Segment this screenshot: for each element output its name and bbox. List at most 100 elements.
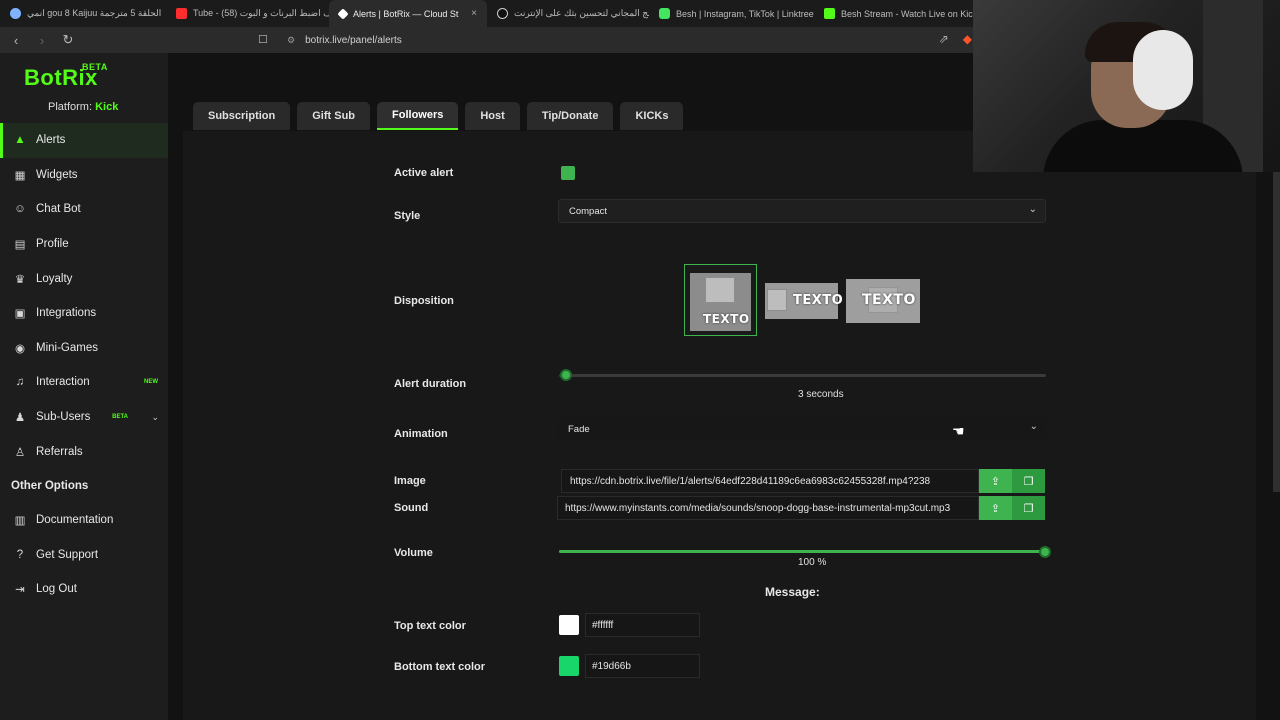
image-placeholder-icon [767, 289, 787, 311]
brave-shield-icon[interactable]: ◆ [963, 32, 972, 46]
sidebar-item-get-support[interactable]: ? Get Support [0, 538, 168, 573]
sidebar-item-loyalty[interactable]: ♛ Loyalty [0, 261, 168, 296]
sound-upload-button[interactable]: ⇪ [979, 496, 1012, 520]
logo-beta-badge: BETA [82, 62, 108, 72]
page-scrollbar[interactable] [1273, 172, 1280, 492]
disposition-label: Disposition [394, 295, 454, 307]
sidebar-menu: ▲ Alerts ▦ Widgets ☺ Chat Bot ▤ Profile … [0, 123, 168, 607]
active-alert-checkbox[interactable] [561, 166, 575, 180]
sidebar-item-sub-users[interactable]: ♟ Sub-Users BETA ⌄ [0, 400, 168, 435]
image-gallery-button[interactable]: ❐ [1012, 469, 1045, 493]
sidebar-item-label: Widgets [36, 168, 78, 181]
sidebar-item-label: Sub-Users [36, 411, 91, 424]
platform-indicator: Platform: Kick [48, 101, 118, 113]
sidebar-item-label: Get Support [36, 548, 99, 561]
browser-tab-active[interactable]: Alerts | BotRix — Cloud Streamin × [329, 0, 487, 27]
image-url-input[interactable]: https://cdn.botrix.live/file/1/alerts/64… [561, 469, 979, 493]
upload-icon: ⇪ [990, 475, 1001, 488]
tab-tip-donate[interactable]: Tip/Donate [526, 102, 614, 130]
forward-icon[interactable]: › [32, 33, 52, 48]
bottom-text-color-input[interactable]: #19d66b [585, 654, 700, 678]
style-select[interactable]: Compact ⌄ [558, 199, 1046, 223]
close-tab-icon[interactable]: × [471, 8, 477, 19]
image-placeholder-icon [705, 277, 735, 303]
browser-tab[interactable]: البرنامج المجاني لتحسين بثك على الإنترنت [487, 0, 649, 27]
robot-icon: ☺ [14, 203, 26, 216]
bottom-text-color-swatch[interactable] [559, 656, 579, 676]
sidebar-item-label: Documentation [36, 514, 114, 527]
botrix-favicon-icon [337, 7, 349, 20]
sidebar-item-log-out[interactable]: ⇥ Log Out [0, 572, 168, 607]
bottom-text-color-label: Bottom text color [394, 661, 486, 673]
browser-tab[interactable]: Tube - كيف اضبط البرنات و البوت (58) [166, 0, 329, 27]
disposition-option-side[interactable]: TEXTO [765, 279, 843, 322]
sidebar-item-label: Referrals [36, 445, 83, 458]
tab-host[interactable]: Host [465, 102, 520, 130]
alert-duration-track[interactable] [559, 374, 1046, 377]
browser-tab[interactable]: Besh | Instagram, TikTok | Linktree [649, 0, 814, 27]
volume-label: Volume [394, 547, 433, 559]
chevron-down-icon: ⌄ [1028, 204, 1037, 215]
url-text: botrix.live/panel/alerts [305, 34, 402, 46]
site-info-icon: ⚙ [287, 34, 296, 45]
grid-icon: ▦ [14, 169, 26, 182]
sidebar-item-documentation[interactable]: ▥ Documentation [0, 503, 168, 538]
address-bar: ‹ › ↻ ☐ ⚙ botrix.live/panel/alerts ⇗ ◆ [0, 27, 980, 53]
tab-title: Besh | Instagram, TikTok | Linktree [676, 8, 814, 19]
top-text-color-input[interactable]: #ffffff [585, 613, 700, 637]
disposition-option-overlay[interactable]: TEXTO [846, 279, 920, 323]
tab-title: انمي gou 8 Kaijuu الحلقة 5 مترجمة [27, 8, 162, 18]
chevron-down-icon[interactable]: ⌄ [151, 412, 159, 423]
animation-select[interactable]: Fade ⌄ [558, 417, 1046, 441]
webcam-person-body [1043, 120, 1243, 172]
style-label: Style [394, 210, 421, 222]
sidebar-item-label: Chat Bot [36, 203, 81, 216]
sidebar-item-referrals[interactable]: ♙ Referrals [0, 434, 168, 469]
sidebar-item-label: Log Out [36, 583, 77, 596]
kick-icon [824, 8, 835, 19]
style-select-value: Compact [569, 205, 608, 217]
browser-tab[interactable]: انمي gou 8 Kaijuu الحلقة 5 مترجمة [0, 0, 166, 27]
bookmark-icon[interactable]: ☐ [258, 33, 268, 46]
top-text-color-swatch[interactable] [559, 615, 579, 635]
sidebar-item-alerts[interactable]: ▲ Alerts [0, 123, 168, 158]
sidebar-item-label: Alerts [36, 134, 66, 147]
plug-icon: ▣ [14, 308, 26, 321]
gallery-icon: ❐ [1023, 502, 1034, 515]
url-field[interactable]: ⚙ botrix.live/panel/alerts [287, 27, 402, 53]
sidebar-item-interaction[interactable]: ♫ Interaction NEW [0, 365, 168, 400]
browser-tab[interactable]: Besh Stream - Watch Live on Kick [814, 0, 974, 27]
other-options-title: Other Options [11, 479, 89, 492]
hand-cursor-icon: ☚ [952, 423, 965, 439]
alert-duration-thumb[interactable] [560, 369, 572, 381]
sidebar-item-profile[interactable]: ▤ Profile [0, 227, 168, 262]
sound-gallery-button[interactable]: ❐ [1012, 496, 1045, 520]
gamepad-icon: ◉ [14, 342, 26, 355]
reload-icon[interactable]: ↻ [58, 32, 78, 48]
id-card-icon: ▤ [14, 239, 26, 252]
disposition-option-stacked[interactable]: TEXTO [684, 264, 757, 336]
back-icon[interactable]: ‹ [6, 33, 26, 48]
sound-label: Sound [394, 502, 429, 514]
tiktok-icon [497, 8, 508, 19]
sidebar-item-integrations[interactable]: ▣ Integrations [0, 296, 168, 331]
volume-thumb[interactable] [1039, 546, 1051, 558]
sidebar-item-widgets[interactable]: ▦ Widgets [0, 158, 168, 193]
share-icon[interactable]: ⇗ [939, 32, 949, 46]
trophy-icon: ♛ [14, 273, 26, 286]
tab-subscription[interactable]: Subscription [193, 102, 291, 130]
tab-gift-sub[interactable]: Gift Sub [297, 102, 371, 130]
sidebar-item-chat-bot[interactable]: ☺ Chat Bot [0, 192, 168, 227]
music-icon: ♫ [15, 376, 25, 389]
question-icon: ? [16, 548, 24, 561]
webcam-headset [1133, 30, 1193, 110]
botrix-logo[interactable]: BotRix BETA [24, 62, 107, 91]
volume-value: 100 % [798, 557, 826, 568]
sidebar-item-label: Profile [36, 238, 69, 251]
tab-followers[interactable]: Followers [377, 102, 459, 130]
image-upload-button[interactable]: ⇪ [979, 469, 1012, 493]
sound-url-input[interactable]: https://www.myinstants.com/media/sounds/… [557, 496, 979, 520]
sidebar-item-mini-games[interactable]: ◉ Mini-Games [0, 331, 168, 366]
tab-kicks[interactable]: KICKs [620, 102, 684, 130]
disposition-text: TEXTO [793, 293, 844, 308]
